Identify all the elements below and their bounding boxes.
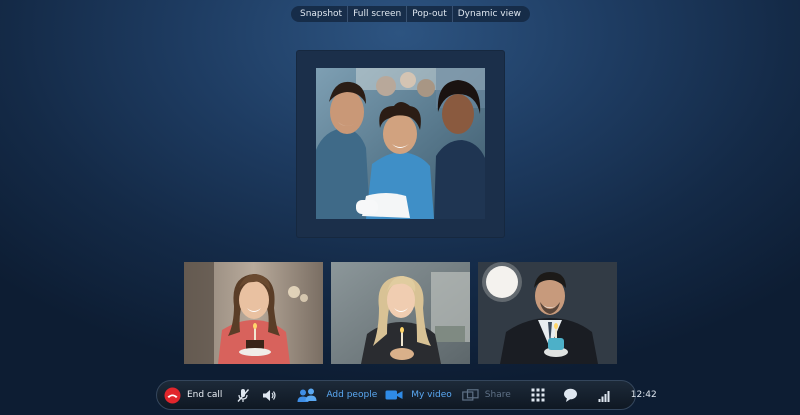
share-screen-icon bbox=[461, 388, 479, 402]
dialpad-icon[interactable] bbox=[531, 388, 545, 402]
man-video-image bbox=[478, 262, 617, 364]
participant-video-1[interactable] bbox=[184, 262, 323, 364]
people-icon[interactable] bbox=[297, 388, 318, 403]
pop-out-button[interactable]: Pop-out bbox=[407, 6, 453, 22]
main-video[interactable] bbox=[316, 68, 485, 219]
snapshot-button[interactable]: Snapshot bbox=[295, 6, 349, 22]
dynamic-view-button[interactable]: Dynamic view bbox=[453, 6, 526, 22]
main-video-frame bbox=[296, 50, 505, 238]
family-video-image bbox=[316, 68, 485, 219]
signal-strength-icon bbox=[598, 389, 611, 402]
add-people-button[interactable]: Add people bbox=[326, 390, 377, 400]
microphone-muted-icon[interactable] bbox=[236, 388, 250, 403]
woman-video-image bbox=[331, 262, 470, 364]
top-toolbar: Snapshot Full screen Pop-out Dynamic vie… bbox=[291, 6, 531, 22]
participant-video-3[interactable] bbox=[478, 262, 617, 364]
chat-bubble-icon[interactable] bbox=[563, 388, 578, 403]
end-call-button[interactable]: End call bbox=[187, 390, 222, 400]
participants-group: Add people My video Share bbox=[289, 381, 520, 409]
girl-video-image bbox=[184, 262, 323, 364]
call-controls-group: End call bbox=[157, 381, 289, 409]
end-call-icon[interactable] bbox=[164, 387, 181, 404]
speaker-icon[interactable] bbox=[262, 389, 277, 402]
video-camera-icon[interactable] bbox=[385, 389, 403, 401]
call-duration: 12:42 bbox=[630, 390, 657, 400]
my-video-button[interactable]: My video bbox=[411, 390, 452, 400]
share-button: Share bbox=[484, 390, 511, 400]
extras-group: 12:42 bbox=[521, 381, 657, 409]
call-toolbar: End call Add people My video Share 12:42 bbox=[156, 380, 657, 410]
participant-video-2[interactable] bbox=[331, 262, 470, 364]
full-screen-button[interactable]: Full screen bbox=[348, 6, 408, 22]
